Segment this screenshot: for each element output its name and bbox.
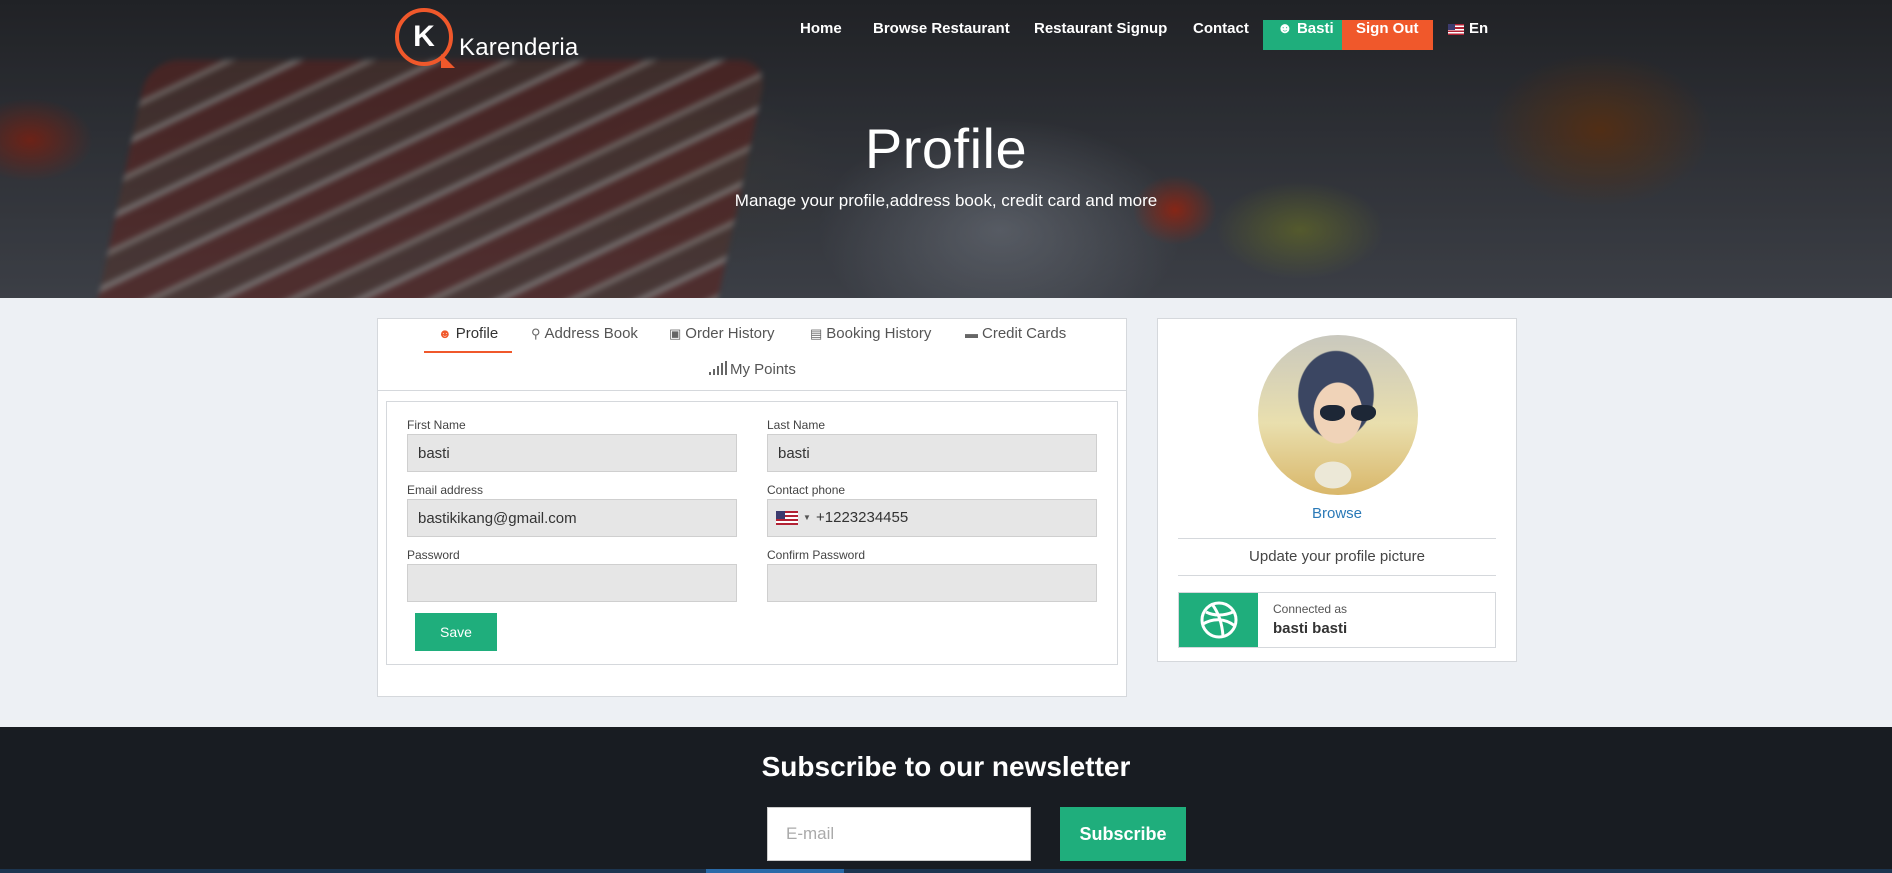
- password-label: Password: [407, 548, 460, 562]
- tab-booking-history[interactable]: ▤ Booking History: [810, 325, 931, 353]
- email-field[interactable]: [407, 499, 737, 537]
- connected-as-label: Connected as: [1273, 602, 1348, 616]
- nav-browse-restaurant[interactable]: Browse Restaurant: [873, 20, 1010, 50]
- connected-user-name: basti basti: [1273, 620, 1348, 637]
- main-nav: Home Browse Restaurant Restaurant Signup…: [0, 20, 1892, 50]
- profile-form: First Name Last Name Email address Conta…: [386, 401, 1118, 665]
- tab-credit-cards[interactable]: ▬ Credit Cards: [965, 325, 1066, 353]
- credit-card-icon: ▬: [965, 326, 978, 341]
- profile-tabs: ☻ Profile ⚲ Address Book ▣ Order History ▤ B…: [378, 319, 1126, 391]
- email-label: Email address: [407, 483, 484, 497]
- save-button[interactable]: Save: [415, 613, 497, 651]
- browse-button[interactable]: Browse: [1158, 505, 1516, 522]
- nav-restaurant-signup[interactable]: Restaurant Signup: [1034, 20, 1167, 50]
- first-name-field[interactable]: [407, 434, 737, 472]
- nav-home[interactable]: Home: [800, 20, 842, 50]
- country-code-selector[interactable]: ▼: [776, 500, 811, 536]
- book-open-icon: ▤: [810, 326, 823, 341]
- update-picture-text: Update your profile picture: [1249, 548, 1425, 565]
- tab-profile[interactable]: ☻ Profile: [424, 325, 513, 353]
- hero-banner: K Karenderia Home Browse Restaurant Rest…: [0, 0, 1892, 298]
- book-icon: ▣: [669, 326, 682, 341]
- language-selector[interactable]: En: [1448, 20, 1488, 50]
- profile-picture-panel: Browse Update your profile picture Conne…: [1157, 318, 1517, 662]
- phone-field[interactable]: ▼ +1223234455: [767, 499, 1097, 537]
- phone-value: +1223234455: [816, 509, 909, 526]
- us-flag-icon: [776, 511, 798, 525]
- nav-contact[interactable]: Contact: [1193, 20, 1249, 50]
- profile-panel: ☻ Profile ⚲ Address Book ▣ Order History ▤ B…: [377, 318, 1127, 697]
- connected-account-card: Connected as basti basti: [1178, 592, 1496, 648]
- nav-signout-button[interactable]: Sign Out: [1342, 20, 1433, 50]
- dribbble-icon: [1179, 593, 1258, 647]
- chevron-down-icon: ▼: [803, 513, 811, 522]
- user-icon: ☻: [1277, 20, 1297, 37]
- nav-user-label: Basti: [1296, 20, 1334, 37]
- newsletter-title: Subscribe to our newsletter: [761, 751, 1131, 782]
- tab-label: Credit Cards: [982, 325, 1067, 342]
- map-pin-icon: ⚲: [531, 326, 541, 341]
- tab-label: My Points: [730, 361, 796, 378]
- divider: [1178, 575, 1496, 576]
- phone-label: Contact phone: [767, 483, 846, 497]
- language-label: En: [1469, 20, 1489, 37]
- tab-order-history[interactable]: ▣ Order History: [669, 325, 774, 353]
- tab-label: Order History: [685, 325, 775, 342]
- signal-bars-icon: [709, 361, 727, 375]
- tab-address-book[interactable]: ⚲ Address Book: [531, 325, 638, 353]
- page-subtitle: Manage your profile,address book, credit…: [734, 191, 1158, 210]
- tab-label: Booking History: [826, 325, 932, 342]
- subscribe-button[interactable]: Subscribe: [1060, 807, 1186, 861]
- confirm-password-label: Confirm Password: [767, 548, 866, 562]
- newsletter-section: Subscribe to our newsletter Subscribe: [0, 727, 1892, 873]
- user-icon: ☻: [438, 326, 452, 341]
- newsletter-email-input[interactable]: [767, 807, 1031, 861]
- last-name-label: Last Name: [767, 418, 826, 432]
- avatar: [1258, 335, 1418, 495]
- nav-user-button[interactable]: ☻ Basti: [1263, 20, 1348, 50]
- divider: [1178, 538, 1496, 539]
- us-flag-icon: [1448, 23, 1464, 35]
- tab-my-points[interactable]: My Points: [709, 361, 796, 389]
- confirm-password-field[interactable]: [767, 564, 1097, 602]
- tab-label: Profile: [455, 325, 499, 342]
- page-title: Profile: [864, 117, 1028, 180]
- last-name-field[interactable]: [767, 434, 1097, 472]
- password-field[interactable]: [407, 564, 737, 602]
- first-name-label: First Name: [407, 418, 466, 432]
- tab-label: Address Book: [544, 325, 638, 342]
